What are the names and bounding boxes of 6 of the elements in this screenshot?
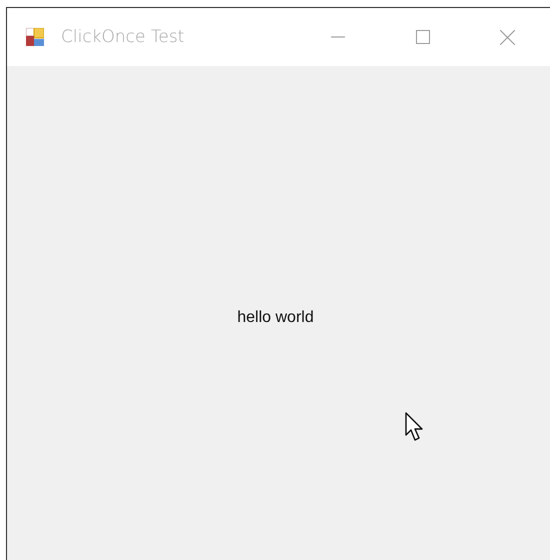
window-title: ClickOnce Test — [61, 27, 184, 47]
minimize-icon — [330, 36, 344, 38]
hello-label: hello world — [237, 309, 314, 328]
app-icon — [26, 28, 44, 46]
close-icon — [500, 30, 515, 44]
maximize-icon — [416, 30, 430, 44]
